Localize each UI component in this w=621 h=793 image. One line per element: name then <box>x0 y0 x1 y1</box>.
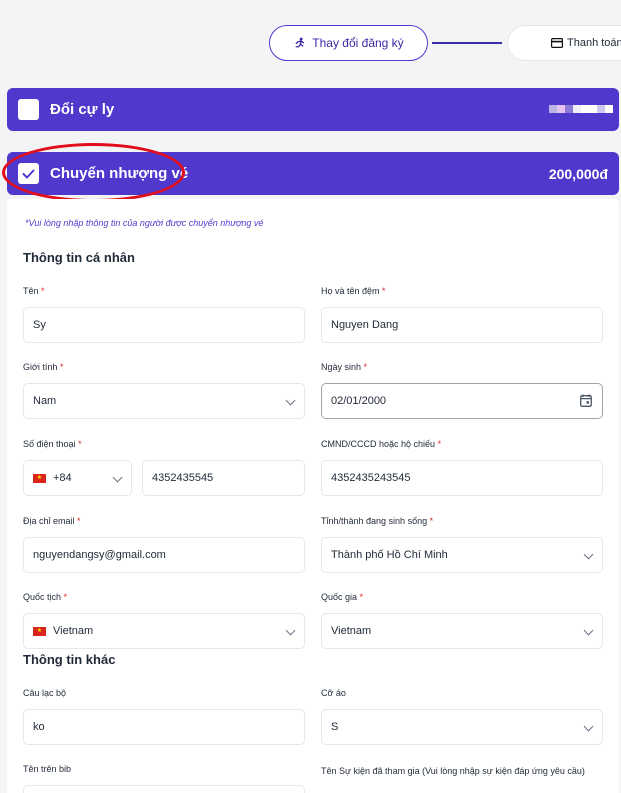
pixelated-price <box>549 105 613 113</box>
chevron-down-icon <box>583 721 594 732</box>
first-name-field[interactable]: Sy <box>23 307 305 343</box>
dob-label: Ngày sinh * <box>321 362 368 372</box>
step-change-registration[interactable]: Thay đổi đăng ký <box>269 25 428 61</box>
calendar-icon[interactable] <box>580 394 592 407</box>
last-name-label: Họ và tên đệm * <box>321 286 386 296</box>
vietnam-flag-icon: ★ <box>33 473 46 483</box>
club-field[interactable]: ko <box>23 709 305 745</box>
runner-icon <box>295 37 305 47</box>
phone-field[interactable]: 4352435545 <box>142 460 305 496</box>
email-label: Địa chỉ email * <box>23 516 81 526</box>
distance-label: Đổi cự ly <box>50 101 115 118</box>
gender-label: Giới tính * <box>23 362 64 372</box>
chevron-down-icon <box>112 472 123 483</box>
id-number-field[interactable]: 4352435243545 <box>321 460 603 496</box>
vietnam-flag-icon: ★ <box>33 626 46 636</box>
form-note: *Vui lòng nhập thông tin của người được … <box>25 218 264 228</box>
nationality-select[interactable]: ★ Vietnam <box>23 613 305 649</box>
nationality-label: Quốc tịch * <box>23 592 68 602</box>
step-payment[interactable]: Thanh toán <box>507 25 621 61</box>
city-select[interactable]: Thành phố Hồ Chí Minh <box>321 537 603 573</box>
gender-select[interactable]: Nam <box>23 383 305 419</box>
phone-code-select[interactable]: ★ +84 <box>23 460 132 496</box>
id-number-label: CMND/CCCD hoặc hộ chiếu * <box>321 439 442 449</box>
bib-name-label: Tên trên bib <box>23 764 72 774</box>
distance-checkbox[interactable] <box>18 99 39 120</box>
highlight-annotation <box>2 143 185 202</box>
shirt-size-select[interactable]: S <box>321 709 603 745</box>
transfer-price: 200,000đ <box>548 165 608 182</box>
step1-label: Thay đổi đăng ký <box>312 36 404 50</box>
transfer-form-card: *Vui lòng nhập thông tin của người được … <box>7 199 619 793</box>
option-change-distance[interactable]: Đổi cự ly <box>7 88 619 131</box>
credit-card-icon <box>551 38 563 48</box>
phone-label: Số điện thoại * <box>23 439 82 449</box>
step2-label: Thanh toán <box>567 37 621 49</box>
events-label: Tên Sự kiện đã tham gia (Vui lòng nhập s… <box>321 766 585 776</box>
chevron-down-icon <box>583 625 594 636</box>
country-select[interactable]: Vietnam <box>321 613 603 649</box>
dob-field[interactable]: 02/01/2000 <box>321 383 603 419</box>
bib-name-field[interactable] <box>23 785 305 793</box>
country-label: Quốc gia * <box>321 592 364 602</box>
shirt-size-label: Cỡ áo <box>321 688 346 698</box>
email-field[interactable]: nguyendangsy@gmail.com <box>23 537 305 573</box>
chevron-down-icon <box>583 549 594 560</box>
first-name-label: Tên * <box>23 286 45 296</box>
personal-info-title: Thông tin cá nhân <box>23 250 135 265</box>
city-label: Tỉnh/thành đang sinh sống * <box>321 516 434 526</box>
chevron-down-icon <box>285 395 296 406</box>
club-label: Câu lạc bộ <box>23 688 67 698</box>
last-name-field[interactable]: Nguyen Dang <box>321 307 603 343</box>
step-connector <box>432 42 502 44</box>
other-info-title: Thông tin khác <box>23 652 116 667</box>
chevron-down-icon <box>285 625 296 636</box>
